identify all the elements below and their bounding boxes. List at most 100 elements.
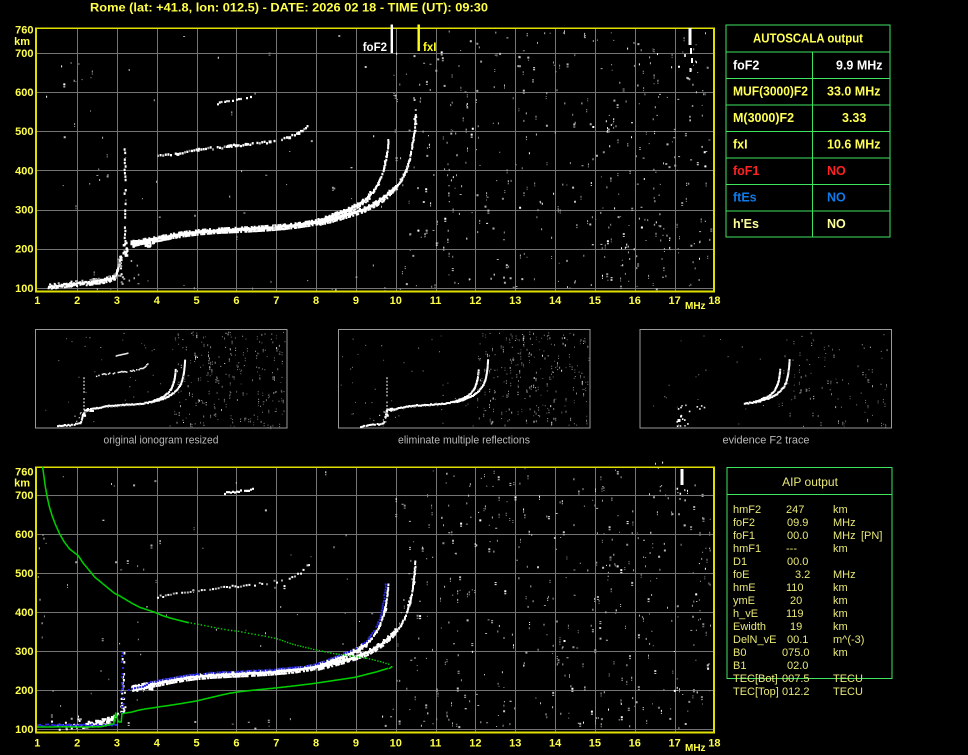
svg-text:11: 11 <box>430 295 442 307</box>
svg-text:DelN_vE: DelN_vE <box>733 634 776 646</box>
svg-text:9.9 MHz: 9.9 MHz <box>836 59 883 73</box>
svg-text:600: 600 <box>15 529 33 541</box>
svg-text:400: 400 <box>15 165 33 177</box>
svg-text:200: 200 <box>15 685 33 697</box>
svg-text:100: 100 <box>15 283 33 295</box>
svg-text:18: 18 <box>708 738 720 750</box>
svg-text:foF2: foF2 <box>733 59 759 73</box>
svg-text:4: 4 <box>154 738 161 750</box>
svg-text:14: 14 <box>549 295 562 307</box>
svg-text:hmF2: hmF2 <box>733 504 761 516</box>
svg-text:hmE: hmE <box>733 582 756 594</box>
svg-text:MHz: MHz <box>833 517 856 529</box>
svg-text:119: 119 <box>786 608 804 620</box>
svg-text:Ewidth: Ewidth <box>733 621 766 633</box>
svg-text:MUF(3000)F2: MUF(3000)F2 <box>733 85 808 99</box>
svg-text:00.1: 00.1 <box>787 634 808 646</box>
svg-text:M(3000)F2: M(3000)F2 <box>733 111 794 125</box>
svg-text:9: 9 <box>353 738 359 750</box>
svg-text:02.0: 02.0 <box>787 660 808 672</box>
svg-text:100: 100 <box>15 724 33 736</box>
svg-text:3.33: 3.33 <box>842 111 866 125</box>
svg-text:247: 247 <box>786 504 804 516</box>
svg-text:00.0: 00.0 <box>787 530 808 542</box>
svg-text:09.9: 09.9 <box>787 517 808 529</box>
svg-text:110: 110 <box>786 582 804 594</box>
svg-text:B1: B1 <box>733 660 746 672</box>
svg-text:km: km <box>14 36 30 48</box>
svg-text:6: 6 <box>233 295 239 307</box>
svg-text:km: km <box>833 608 848 620</box>
svg-text:012.2: 012.2 <box>782 686 810 698</box>
svg-text:14: 14 <box>549 738 562 750</box>
svg-text:8: 8 <box>313 295 319 307</box>
svg-text:600: 600 <box>15 87 33 99</box>
svg-text:MHz: MHz <box>833 530 856 542</box>
svg-text:D1: D1 <box>733 556 747 568</box>
svg-text:foF1: foF1 <box>733 530 755 542</box>
svg-text:km: km <box>833 647 848 659</box>
svg-text:ftEs: ftEs <box>733 191 757 205</box>
svg-text:8: 8 <box>313 738 319 750</box>
svg-text:17: 17 <box>668 738 680 750</box>
svg-text:5: 5 <box>194 295 200 307</box>
svg-text:20: 20 <box>790 595 802 607</box>
svg-text:TECU: TECU <box>833 686 863 698</box>
svg-text:12: 12 <box>469 295 481 307</box>
svg-text:700: 700 <box>15 490 33 502</box>
svg-text:NO: NO <box>827 217 846 231</box>
svg-text:17: 17 <box>668 295 680 307</box>
svg-text:400: 400 <box>15 607 33 619</box>
svg-text:NO: NO <box>827 191 846 205</box>
svg-text:13: 13 <box>509 738 521 750</box>
svg-text:5: 5 <box>194 738 200 750</box>
svg-text:km: km <box>14 478 30 490</box>
svg-text:km: km <box>833 543 848 555</box>
svg-text:9: 9 <box>353 295 359 307</box>
svg-text:TECU: TECU <box>833 673 863 685</box>
svg-text:200: 200 <box>15 244 33 256</box>
svg-text:NO: NO <box>827 164 846 178</box>
svg-text:km: km <box>833 621 848 633</box>
svg-text:16: 16 <box>629 738 641 750</box>
svg-text:33.0 MHz: 33.0 MHz <box>827 85 881 99</box>
svg-text:3: 3 <box>114 738 120 750</box>
svg-text:12: 12 <box>469 738 481 750</box>
svg-text:3: 3 <box>114 295 120 307</box>
svg-text:km: km <box>833 504 848 516</box>
svg-text:[PN]: [PN] <box>861 530 882 542</box>
svg-text:2: 2 <box>74 738 80 750</box>
svg-text:00.0: 00.0 <box>787 556 808 568</box>
svg-text:MHz: MHz <box>685 743 706 754</box>
svg-text:B0: B0 <box>733 647 746 659</box>
svg-text:2: 2 <box>74 295 80 307</box>
svg-text:4: 4 <box>154 295 161 307</box>
svg-text:1: 1 <box>34 295 40 307</box>
svg-text:13: 13 <box>509 295 521 307</box>
svg-text:3.2: 3.2 <box>795 569 810 581</box>
svg-text:ymE: ymE <box>733 595 755 607</box>
svg-text:760: 760 <box>15 24 33 36</box>
svg-text:km: km <box>833 595 848 607</box>
svg-text:evidence F2 trace: evidence F2 trace <box>723 435 810 447</box>
svg-text:AUTOSCALA output: AUTOSCALA output <box>753 32 864 46</box>
svg-text:500: 500 <box>15 568 33 580</box>
svg-text:TEC[Top]: TEC[Top] <box>733 686 779 698</box>
svg-text:500: 500 <box>15 126 33 138</box>
svg-text:7: 7 <box>273 295 279 307</box>
svg-text:MHz: MHz <box>685 301 706 312</box>
svg-text:hmF1: hmF1 <box>733 543 761 555</box>
svg-text:original ionogram resized: original ionogram resized <box>104 435 219 447</box>
svg-text:16: 16 <box>629 295 641 307</box>
svg-text:AIP output: AIP output <box>782 475 838 489</box>
svg-text:15: 15 <box>589 738 601 750</box>
svg-text:18: 18 <box>708 295 720 307</box>
svg-text:6: 6 <box>233 738 239 750</box>
svg-text:10: 10 <box>390 295 402 307</box>
svg-text:TEC[Bot]: TEC[Bot] <box>733 673 778 685</box>
svg-text:300: 300 <box>15 204 33 216</box>
svg-text:11: 11 <box>430 738 442 750</box>
svg-text:15: 15 <box>589 295 601 307</box>
svg-text:foF2: foF2 <box>363 42 387 54</box>
svg-text:10.6 MHz: 10.6 MHz <box>827 138 881 152</box>
